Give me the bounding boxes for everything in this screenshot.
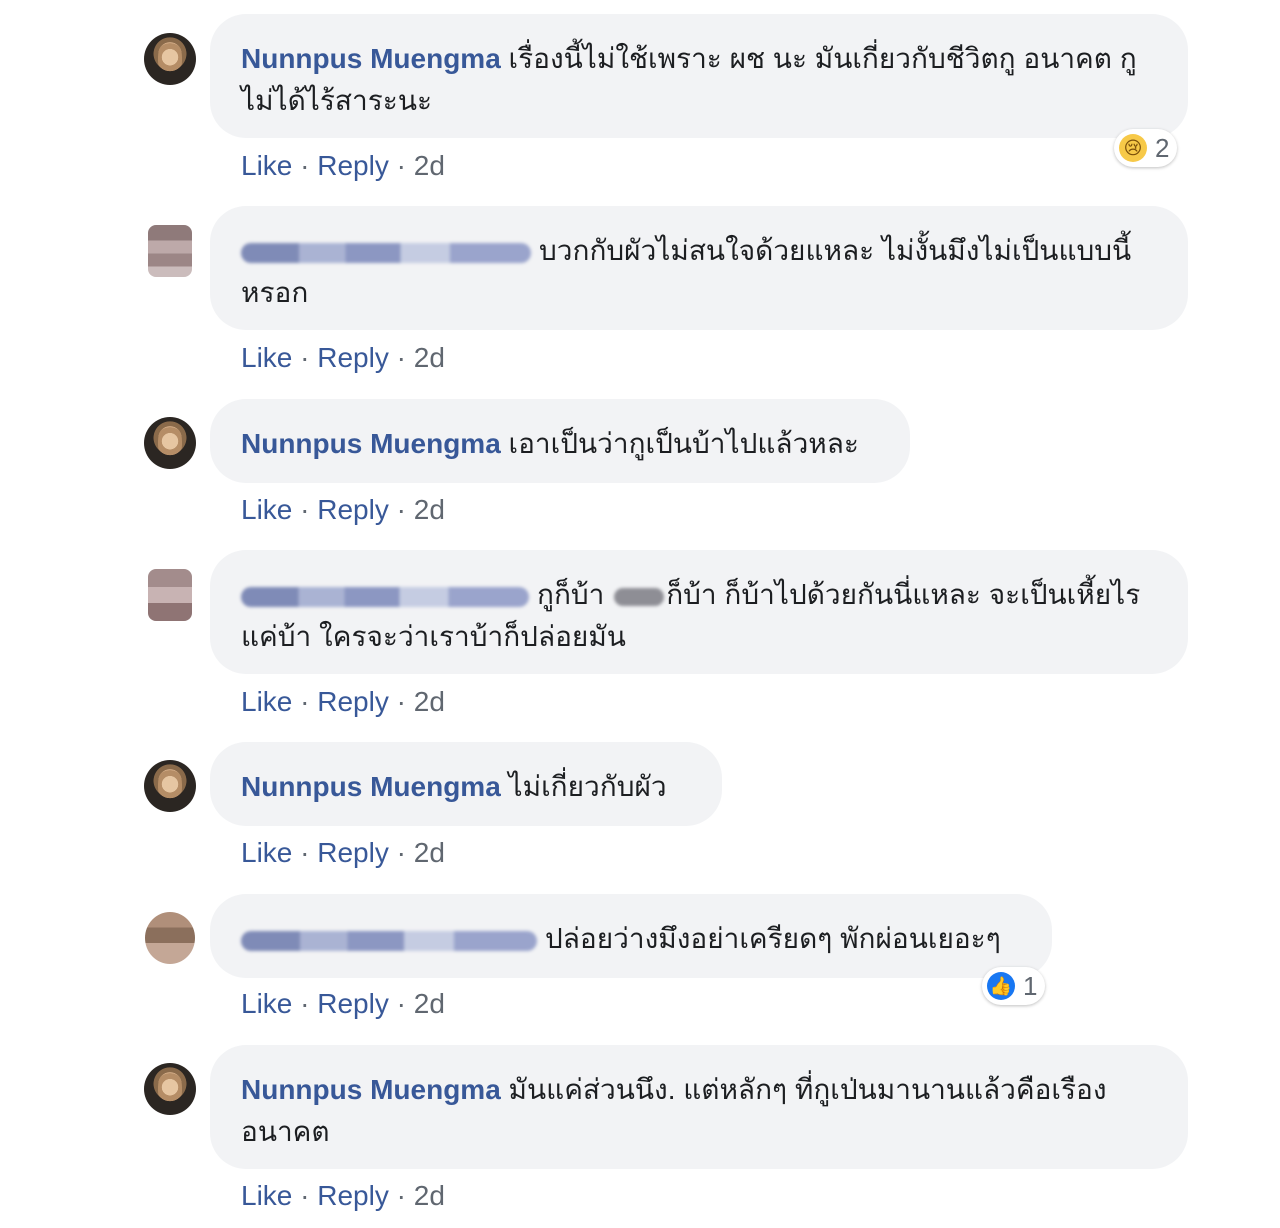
reaction-count[interactable]: 👍 1	[982, 967, 1046, 1005]
comment-actions: Like · Reply · 2d	[241, 988, 445, 1019]
comment-author[interactable]: Nunnpus Muengma	[241, 428, 501, 459]
like-icon: 👍	[987, 972, 1015, 1000]
comment-bubble: Nunnpus Muengma มันแค่ส่วนนึง. แต่หลักๆ …	[210, 1045, 1188, 1169]
comment-bubble: Nunnpus Muengma เรื่องนี้ไม่ใช้เพราะ ผช …	[210, 14, 1188, 138]
comment-actions: Like · Reply · 2d	[241, 837, 445, 868]
avatar[interactable]	[144, 33, 196, 85]
avatar[interactable]	[144, 760, 196, 812]
reply-button[interactable]: Reply	[317, 494, 389, 525]
avatar[interactable]	[145, 912, 195, 964]
reply-button[interactable]: Reply	[317, 1180, 389, 1211]
like-button[interactable]: Like	[241, 494, 292, 525]
sad-icon: 😢	[1119, 134, 1147, 162]
redacted-author[interactable]	[241, 586, 529, 607]
comment-author[interactable]: Nunnpus Muengma	[241, 1074, 501, 1105]
comment-bubble: ปล่อยว่างมึงอย่าเครียดๆ พักผ่อนเยอะๆ	[210, 894, 1052, 978]
reply-button[interactable]: Reply	[317, 988, 389, 1019]
redacted-author[interactable]	[241, 930, 537, 951]
comment-timestamp[interactable]: 2d	[414, 837, 445, 868]
comment-timestamp[interactable]: 2d	[414, 342, 445, 373]
avatar[interactable]	[148, 569, 192, 621]
comment-timestamp[interactable]: 2d	[414, 988, 445, 1019]
like-button[interactable]: Like	[241, 837, 292, 868]
like-button[interactable]: Like	[241, 1180, 292, 1211]
comment-bubble: บวกกับผัวไม่สนใจด้วยแหละ ไม่งั้นมึงไม่เป…	[210, 206, 1188, 330]
comment-actions: Like · Reply · 2d	[241, 150, 445, 181]
comment-actions: Like · Reply · 2d	[241, 1180, 445, 1211]
reaction-count-value: 2	[1155, 132, 1170, 163]
comment-author[interactable]: Nunnpus Muengma	[241, 43, 501, 74]
comment-text: กูก็บ้า	[537, 579, 613, 610]
comment-timestamp[interactable]: 2d	[414, 494, 445, 525]
reply-button[interactable]: Reply	[317, 342, 389, 373]
avatar[interactable]	[144, 417, 196, 469]
reply-button[interactable]: Reply	[317, 150, 389, 181]
comment-text: ไม่เกี่ยวกับผัว	[508, 771, 667, 802]
redacted-name	[614, 587, 665, 606]
comment-bubble: Nunnpus Muengma ไม่เกี่ยวกับผัว	[210, 742, 722, 826]
redacted-author[interactable]	[241, 242, 531, 263]
reply-button[interactable]: Reply	[317, 837, 389, 868]
comment-text: ปล่อยว่างมึงอย่าเครียดๆ พักผ่อนเยอะๆ	[545, 923, 1001, 954]
like-button[interactable]: Like	[241, 686, 292, 717]
comment-bubble: Nunnpus Muengma เอาเป็นว่ากูเป็นบ้าไปแล้…	[210, 399, 910, 483]
comment-text: เอาเป็นว่ากูเป็นบ้าไปแล้วหละ	[508, 428, 859, 459]
avatar[interactable]	[144, 1063, 196, 1115]
reply-button[interactable]: Reply	[317, 686, 389, 717]
reaction-count-value: 1	[1023, 970, 1038, 1001]
avatar[interactable]	[148, 225, 192, 277]
comment-actions: Like · Reply · 2d	[241, 686, 445, 717]
like-button[interactable]: Like	[241, 988, 292, 1019]
comment-author[interactable]: Nunnpus Muengma	[241, 771, 501, 802]
like-button[interactable]: Like	[241, 150, 292, 181]
comment-actions: Like · Reply · 2d	[241, 342, 445, 373]
comment-timestamp[interactable]: 2d	[414, 686, 445, 717]
comment-bubble: กูก็บ้า ก็บ้า ก็บ้าไปด้วยกันนี่แหละ จะเป…	[210, 550, 1188, 674]
comment-actions: Like · Reply · 2d	[241, 494, 445, 525]
comment-timestamp[interactable]: 2d	[414, 1180, 445, 1211]
reaction-count[interactable]: 😢 2	[1114, 129, 1178, 167]
like-button[interactable]: Like	[241, 342, 292, 373]
comment-timestamp[interactable]: 2d	[414, 150, 445, 181]
